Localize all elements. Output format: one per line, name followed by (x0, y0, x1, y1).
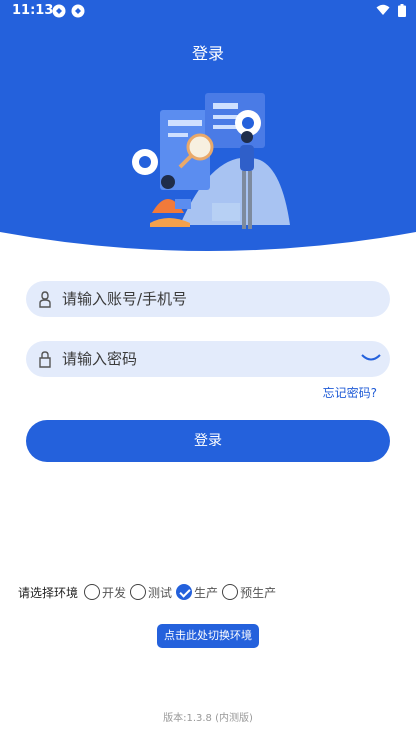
app-notification-icon (52, 4, 66, 18)
radio-checked-icon (176, 584, 193, 600)
env-option-test[interactable]: 测试 (130, 584, 172, 601)
version-text: 版本:1.3.8 (内测版) (163, 713, 253, 724)
status-bar: 11:13 (0, 0, 416, 22)
radio-icon (130, 584, 147, 600)
forgot-password-link[interactable]: 忘记密码? (323, 384, 377, 401)
radio-icon (222, 584, 239, 600)
eye-closed-icon[interactable] (360, 351, 382, 365)
account-field[interactable] (26, 281, 390, 317)
env-option-label: 生产 (194, 585, 219, 600)
wifi-icon (376, 4, 390, 15)
env-option-label: 预生产 (240, 585, 277, 600)
environment-selector: 请选择环境 开发 测试 生产 预生产 (18, 582, 280, 602)
password-field[interactable] (26, 341, 390, 377)
radio-icon (84, 584, 101, 600)
account-input[interactable] (62, 281, 362, 317)
env-option-prod[interactable]: 生产 (176, 584, 218, 601)
battery-icon (398, 4, 406, 17)
environment-label: 请选择环境 (18, 585, 79, 600)
header-banner: 11:13 登录 (0, 0, 416, 260)
lock-icon (39, 351, 51, 368)
login-illustration (132, 93, 290, 229)
env-option-preprod[interactable]: 预生产 (222, 584, 276, 601)
env-option-label: 测试 (148, 585, 173, 600)
page-title: 登录 (191, 44, 224, 63)
env-option-label: 开发 (102, 585, 127, 600)
user-icon (39, 291, 51, 308)
app-notification-icon (71, 4, 85, 18)
status-time: 11:13 (12, 3, 54, 18)
env-option-dev[interactable]: 开发 (84, 584, 126, 601)
login-button[interactable]: 登录 (26, 420, 390, 462)
password-input[interactable] (62, 341, 362, 377)
switch-environment-button[interactable]: 点击此处切换环境 (157, 624, 259, 648)
